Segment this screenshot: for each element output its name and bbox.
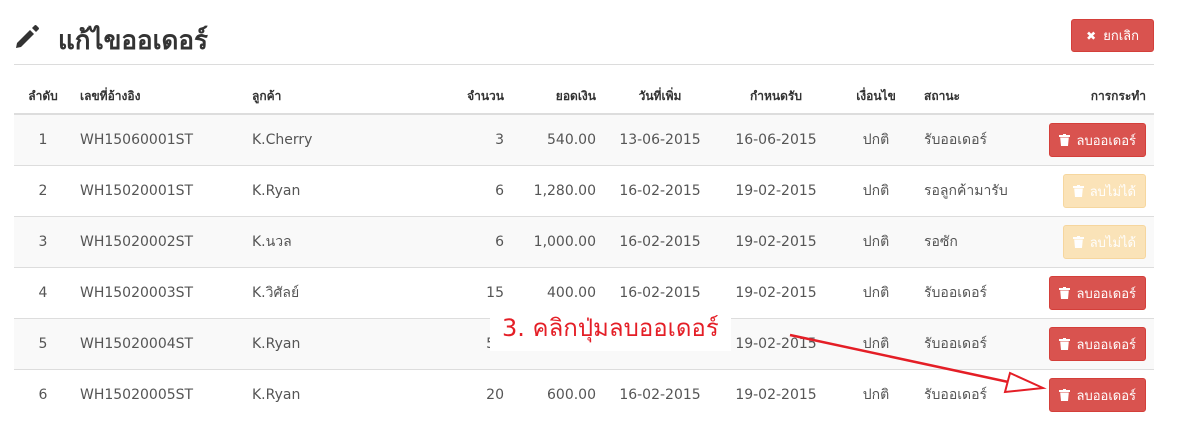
cell-amount: 600.00 bbox=[512, 369, 604, 420]
annotation-label: 3. คลิกปุ่มลบออเดอร์ bbox=[490, 304, 731, 351]
cell-customer: K.วิศัลย์ bbox=[244, 267, 412, 319]
cell-due: 19-02-2015 bbox=[716, 165, 836, 217]
cell-added: 16-02-2015 bbox=[604, 165, 716, 217]
cell-due: 19-02-2015 bbox=[716, 216, 836, 268]
cell-due: 19-02-2015 bbox=[716, 369, 836, 420]
cell-action: ลบออเดอร์ bbox=[1032, 369, 1154, 420]
cell-ref: WH15020004ST bbox=[72, 318, 244, 370]
trash-icon bbox=[1072, 236, 1084, 248]
cell-action: ลบออเดอร์ bbox=[1032, 267, 1154, 319]
cell-no: 4 bbox=[14, 267, 72, 319]
delete-order-button[interactable]: ลบออเดอร์ bbox=[1049, 123, 1146, 157]
delete-order-button[interactable]: ลบออเดอร์ bbox=[1049, 327, 1146, 361]
cell-customer: K.Ryan bbox=[244, 318, 412, 370]
cell-action: ลบออเดอร์ bbox=[1032, 113, 1154, 166]
cell-ref: WH15020003ST bbox=[72, 267, 244, 319]
cell-amount: 1,280.00 bbox=[512, 165, 604, 217]
cell-customer: K.Ryan bbox=[244, 369, 412, 420]
cell-condition: ปกติ bbox=[836, 216, 916, 268]
page-header: แก้ไขออเดอร์ ✖ ยกเลิก bbox=[14, 18, 1154, 65]
cell-due: 16-06-2015 bbox=[716, 113, 836, 166]
cell-qty: 6 bbox=[412, 165, 512, 217]
cell-condition: ปกติ bbox=[836, 165, 916, 217]
delete-button-label: ลบออเดอร์ bbox=[1076, 388, 1136, 404]
cell-ref: WH15020001ST bbox=[72, 165, 244, 217]
cell-amount: 1,000.00 bbox=[512, 216, 604, 268]
table-row: 6 WH15020005ST K.Ryan 20 600.00 16-02-2015 19-… bbox=[14, 369, 1154, 420]
cell-qty: 3 bbox=[412, 113, 512, 166]
cell-status: รับออเดอร์ bbox=[916, 267, 1032, 319]
cell-customer: K.Ryan bbox=[244, 165, 412, 217]
cell-no: 5 bbox=[14, 318, 72, 370]
delete-button-label: ลบออเดอร์ bbox=[1076, 337, 1136, 353]
cancel-button-label: ยกเลิก bbox=[1103, 29, 1139, 44]
cell-ref: WH15020002ST bbox=[72, 216, 244, 268]
delete-order-button[interactable]: ลบออเดอร์ bbox=[1049, 378, 1146, 412]
pencil-icon bbox=[16, 25, 39, 48]
delete-disabled-button: ลบไม่ได้ bbox=[1062, 225, 1146, 259]
delete-order-button[interactable]: ลบออเดอร์ bbox=[1049, 276, 1146, 310]
table-row: 1 WH15060001ST K.Cherry 3 540.00 13-06-2015 16… bbox=[14, 113, 1154, 166]
cell-status: รับออเดอร์ bbox=[916, 369, 1032, 420]
delete-button-label: ลบออเดอร์ bbox=[1076, 286, 1136, 302]
cell-status: รับออเดอร์ bbox=[916, 318, 1032, 370]
delete-button-label: ลบไม่ได้ bbox=[1089, 184, 1136, 200]
table-row: 2 WH15020001ST K.Ryan 6 1,280.00 16-02-2015 19… bbox=[14, 165, 1154, 217]
cell-qty: 6 bbox=[412, 216, 512, 268]
page-title: แก้ไขออเดอร์ bbox=[58, 26, 208, 56]
cell-added: 16-02-2015 bbox=[604, 369, 716, 420]
cell-no: 6 bbox=[14, 369, 72, 420]
cancel-button[interactable]: ✖ ยกเลิก bbox=[1071, 19, 1154, 52]
cell-action: ลบไม่ได้ bbox=[1032, 165, 1154, 217]
cell-no: 1 bbox=[14, 113, 72, 166]
delete-button-label: ลบไม่ได้ bbox=[1089, 235, 1136, 251]
delete-button-label: ลบออเดอร์ bbox=[1076, 133, 1136, 149]
cell-condition: ปกติ bbox=[836, 267, 916, 319]
cell-ref: WH15020005ST bbox=[72, 369, 244, 420]
delete-disabled-button: ลบไม่ได้ bbox=[1062, 174, 1146, 208]
column-header: เงื่อนไข bbox=[836, 80, 916, 115]
cell-action: ลบออเดอร์ bbox=[1032, 318, 1154, 370]
column-header: ยอดเงิน bbox=[512, 80, 604, 115]
cell-condition: ปกติ bbox=[836, 113, 916, 166]
column-header: วันที่เพิ่ม bbox=[604, 80, 716, 115]
cell-status: รอลูกค้ามารับ bbox=[916, 165, 1032, 217]
column-header: สถานะ bbox=[916, 80, 1032, 115]
orders-table: ลำดับ เลขที่อ้างอิง ลูกค้า จำนวน ยอดเงิน… bbox=[14, 80, 1154, 420]
cell-customer: K.Cherry bbox=[244, 113, 412, 166]
trash-icon bbox=[1072, 185, 1084, 197]
cell-status: รับออเดอร์ bbox=[916, 113, 1032, 166]
column-header: ลูกค้า bbox=[244, 80, 412, 115]
column-header: จำนวน bbox=[412, 80, 512, 115]
cell-action: ลบไม่ได้ bbox=[1032, 216, 1154, 268]
cell-no: 3 bbox=[14, 216, 72, 268]
cell-no: 2 bbox=[14, 165, 72, 217]
trash-icon bbox=[1059, 134, 1071, 146]
trash-icon bbox=[1059, 389, 1071, 401]
close-icon: ✖ bbox=[1086, 28, 1097, 43]
cell-customer: K.นวล bbox=[244, 216, 412, 268]
cell-condition: ปกติ bbox=[836, 369, 916, 420]
cell-added: 13-06-2015 bbox=[604, 113, 716, 166]
cell-status: รอซัก bbox=[916, 216, 1032, 268]
table-row: 3 WH15020002ST K.นวล 6 1,000.00 16-02-2015 19-… bbox=[14, 216, 1154, 268]
cell-ref: WH15060001ST bbox=[72, 113, 244, 166]
table-header-row: ลำดับ เลขที่อ้างอิง ลูกค้า จำนวน ยอดเงิน… bbox=[14, 80, 1154, 115]
column-header: เลขที่อ้างอิง bbox=[72, 80, 244, 115]
cell-condition: ปกติ bbox=[836, 318, 916, 370]
cell-amount: 540.00 bbox=[512, 113, 604, 166]
cell-due: 19-02-2015 bbox=[716, 267, 836, 319]
column-header: ลำดับ bbox=[14, 80, 72, 115]
column-header: การกระทำ bbox=[1032, 80, 1154, 115]
trash-icon bbox=[1059, 338, 1071, 350]
trash-icon bbox=[1059, 287, 1071, 299]
cell-qty: 20 bbox=[412, 369, 512, 420]
cell-added: 16-02-2015 bbox=[604, 216, 716, 268]
column-header: กำหนดรับ bbox=[716, 80, 836, 115]
cell-due: 19-02-2015 bbox=[716, 318, 836, 370]
